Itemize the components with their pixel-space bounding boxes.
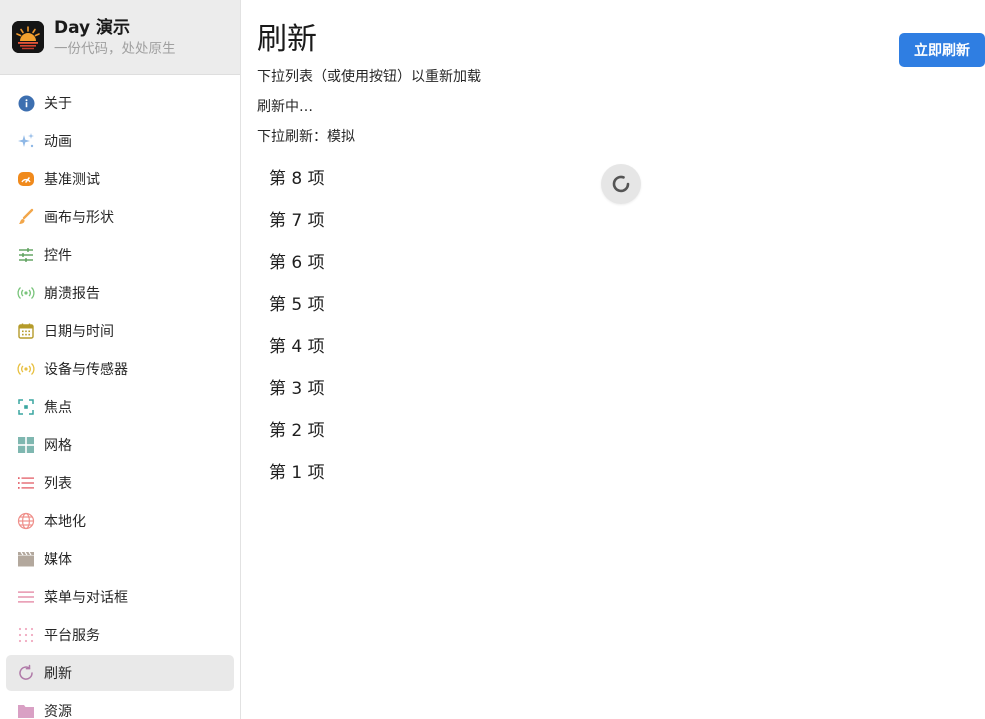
app-title: Day 演示 [54,17,131,38]
menu-icon [17,588,35,606]
sidebar-item-label: 设备与传感器 [44,362,128,378]
sidebar-item-label: 焦点 [44,400,72,416]
list-item[interactable]: 第 3 项 [269,365,325,407]
list-item[interactable]: 第 7 项 [269,197,325,239]
sidebar-item-label: 平台服务 [44,628,100,644]
app-logo-icon [12,21,44,53]
broadcast-icon [17,284,35,302]
sidebar-item-localization[interactable]: 本地化 [6,503,234,539]
sidebar-item-resources[interactable]: 资源 [6,693,234,719]
sidebar-item-refresh[interactable]: 刷新 [6,655,234,691]
page-description: 下拉列表（或使用按钮）以重新加载 [257,69,481,85]
sidebar-item-label: 网格 [44,438,72,454]
sidebar-item-controls[interactable]: 控件 [6,237,234,273]
sidebar-item-focus[interactable]: 焦点 [6,389,234,425]
dots-grid-icon [17,626,35,644]
sidebar-item-devices-sensors[interactable]: 设备与传感器 [6,351,234,387]
sidebar-nav: 关于 动画 基准测试 画布与形状 控件 崩溃报告 日期与时间 设备与传感器 焦点… [6,85,234,719]
brush-icon [17,208,35,226]
focus-icon [17,398,35,416]
refresh-mode: 下拉刷新：模拟 [257,129,355,145]
sidebar-item-menus-dialogs[interactable]: 菜单与对话框 [6,579,234,615]
sidebar-item-label: 崩溃报告 [44,286,100,302]
loading-spinner-icon [601,164,641,204]
refresh-icon [17,664,35,682]
list-item[interactable]: 第 8 项 [269,155,325,197]
sidebar-item-label: 本地化 [44,514,86,530]
sparkle-icon [17,132,35,150]
sidebar-item-label: 菜单与对话框 [44,590,128,606]
sidebar-item-canvas-shapes[interactable]: 画布与形状 [6,199,234,235]
app-window: Day 演示 一份代码，处处原生 关于 动画 基准测试 画布与形状 控件 崩溃报… [0,0,985,719]
sliders-icon [17,246,35,264]
sidebar-item-about[interactable]: 关于 [6,85,234,121]
sidebar-item-crash-reports[interactable]: 崩溃报告 [6,275,234,311]
list-item[interactable]: 第 4 项 [269,323,325,365]
sidebar-item-benchmark[interactable]: 基准测试 [6,161,234,197]
sidebar-item-label: 基准测试 [44,172,100,188]
sidebar-item-label: 动画 [44,134,72,150]
refresh-now-button[interactable]: 立即刷新 [899,33,985,67]
page-title: 刷新 [257,22,317,57]
sidebar-item-date-time[interactable]: 日期与时间 [6,313,234,349]
brand-header: Day 演示 一份代码，处处原生 [0,0,240,75]
sidebar: Day 演示 一份代码，处处原生 关于 动画 基准测试 画布与形状 控件 崩溃报… [0,0,241,719]
sidebar-item-label: 列表 [44,476,72,492]
grid-icon [17,436,35,454]
info-icon [17,94,35,112]
globe-icon [17,512,35,530]
app-subtitle: 一份代码，处处原生 [54,40,176,57]
sidebar-item-label: 画布与形状 [44,210,114,226]
clapperboard-icon [17,550,35,568]
refresh-list[interactable]: 第 8 项 第 7 项 第 6 项 第 5 项 第 4 项 第 3 项 第 2 … [269,155,325,491]
sidebar-item-platform-services[interactable]: 平台服务 [6,617,234,653]
main-content: 刷新 立即刷新 下拉列表（或使用按钮）以重新加载 刷新中… 下拉刷新：模拟 第 … [241,0,985,719]
folder-icon [17,702,35,719]
sidebar-item-label: 刷新 [44,666,72,682]
refresh-status: 刷新中… [257,99,313,115]
sidebar-item-label: 媒体 [44,552,72,568]
sidebar-item-grid[interactable]: 网格 [6,427,234,463]
list-item[interactable]: 第 1 项 [269,449,325,491]
sidebar-item-label: 控件 [44,248,72,264]
sidebar-item-label: 关于 [44,96,72,112]
list-item[interactable]: 第 5 项 [269,281,325,323]
sidebar-item-label: 日期与时间 [44,324,114,340]
sidebar-item-animation[interactable]: 动画 [6,123,234,159]
speedometer-icon [17,170,35,188]
list-item[interactable]: 第 6 项 [269,239,325,281]
sidebar-item-label: 资源 [44,704,72,719]
calendar-icon [17,322,35,340]
sensor-icon [17,360,35,378]
sidebar-item-list[interactable]: 列表 [6,465,234,501]
list-icon [17,474,35,492]
sidebar-item-media[interactable]: 媒体 [6,541,234,577]
list-item[interactable]: 第 2 项 [269,407,325,449]
